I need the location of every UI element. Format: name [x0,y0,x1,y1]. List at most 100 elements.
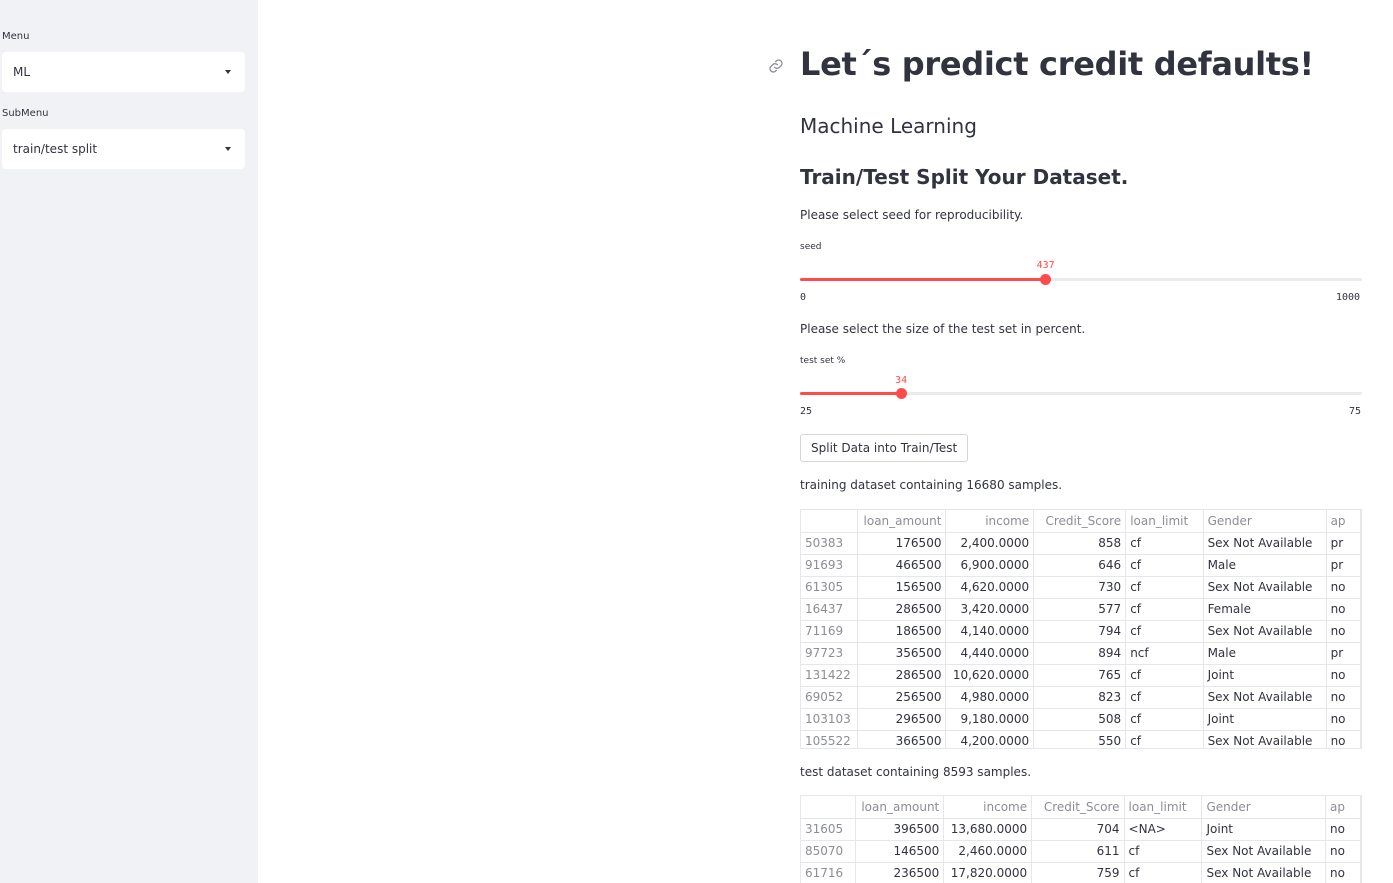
column-header[interactable]: loan_amount [857,510,947,533]
section-title: Train/Test Split Your Dataset. [800,165,1129,189]
table-row[interactable]: 131422 286500 10,620.0000 765 cf Joint no [801,664,1361,687]
table-cell: cf [1125,532,1204,555]
table-cell: cf [1124,840,1203,863]
table-cell: Sex Not Available [1201,862,1327,883]
column-header[interactable]: loan_amount [855,796,945,819]
column-header[interactable]: loan_limit [1125,510,1204,533]
table-cell: 794 [1033,620,1127,643]
test-slider-handle[interactable] [895,388,907,399]
table-row[interactable]: 85070 146500 2,460.0000 611 cf Sex Not Availa… [801,840,1361,863]
table-row[interactable]: 61305 156500 4,620.0000 730 cf Sex Not Availa… [801,576,1361,599]
seed-slider-min: 0 [800,292,807,303]
test-table[interactable]: loan_amount income Credit_Score loan_limit G… [800,795,1362,883]
table-row[interactable]: 61716 236500 17,820.0000 759 cf Sex Not Avail… [801,862,1361,883]
seed-slider[interactable] [800,274,1362,285]
seed-slider-label: seed [800,242,822,252]
table-row[interactable]: 31605 396500 13,680.0000 704 <NA> Joint no [801,818,1361,841]
table-cell: 13,680.0000 [943,818,1033,841]
table-cell: ncf [1125,642,1204,665]
table-cell: 156500 [857,576,947,599]
caret-down-icon [225,147,231,151]
row-index: 69052 [801,686,859,709]
table-cell: pr [1326,642,1361,665]
table-cell: 6,900.0000 [945,554,1035,577]
column-header[interactable]: income [943,796,1033,819]
column-header[interactable]: ap [1326,510,1361,533]
submenu-label: SubMenu [2,108,49,119]
column-header[interactable]: loan_limit [1124,796,1203,819]
split-data-button[interactable]: Split Data into Train/Test [800,434,969,462]
page-title: Let´s predict credit defaults! [800,45,1314,83]
table-cell: 186500 [857,620,947,643]
table-row[interactable]: 103103 296500 9,180.0000 508 cf Joint no [801,708,1361,731]
menu-select-value: ML [13,65,31,79]
table-cell: 4,440.0000 [945,642,1035,665]
column-header[interactable]: income [945,510,1035,533]
column-header[interactable]: Credit_Score [1033,510,1127,533]
table-cell: cf [1124,862,1203,883]
row-index: 131422 [801,664,859,687]
table-cell: no [1326,708,1361,731]
row-index: 31605 [801,818,856,841]
table-cell: 4,140.0000 [945,620,1035,643]
training-summary: training dataset containing 16680 sample… [800,478,1063,492]
training-table[interactable]: loan_amount income Credit_Score loan_limit G… [800,509,1362,749]
table-cell: 3,420.0000 [945,598,1035,621]
table-cell: Sex Not Available [1203,532,1327,555]
table-cell: 366500 [857,730,947,748]
column-header[interactable] [801,796,856,819]
table-cell: 256500 [857,686,947,709]
column-header[interactable]: Gender [1203,510,1327,533]
seed-slider-handle[interactable] [1040,274,1052,285]
table-cell: 550 [1033,730,1127,748]
seed-prompt: Please select seed for reproducibility. [800,208,1024,222]
table-row[interactable]: 91693 466500 6,900.0000 646 cf Male pr [801,554,1361,577]
table-cell: Sex Not Available [1203,576,1327,599]
row-index: 16437 [801,598,859,621]
link-icon[interactable] [768,58,784,74]
table-cell: 2,400.0000 [945,532,1035,555]
table-cell: 296500 [857,708,947,731]
table-row[interactable]: 105522 366500 4,200.0000 550 cf Sex Not Avail… [801,730,1361,748]
table-cell: 823 [1033,686,1127,709]
table-row[interactable]: 69052 256500 4,980.0000 823 cf Sex Not Availa… [801,686,1361,709]
test-slider[interactable] [800,388,1362,399]
table-cell: cf [1125,664,1204,687]
submenu-select-value: train/test split [13,142,98,156]
test-size-prompt: Please select the size of the test set i… [800,322,1086,336]
table-row[interactable]: 16437 286500 3,420.0000 577 cf Female no [801,598,1361,621]
menu-select[interactable]: ML [2,52,245,92]
table-cell: 4,200.0000 [945,730,1035,748]
table-cell: 765 [1033,664,1127,687]
column-header[interactable]: Credit_Score [1031,796,1125,819]
column-header[interactable] [801,510,859,533]
table-row[interactable]: 50383 176500 2,400.0000 858 cf Sex Not Availa… [801,532,1361,555]
test-slider-value: 34 [895,375,908,386]
row-index: 61716 [801,862,856,883]
column-header[interactable]: Gender [1201,796,1327,819]
table-cell: cf [1125,708,1204,731]
table-cell: no [1325,862,1361,883]
row-index: 50383 [801,532,859,555]
sidebar: Menu ML SubMenu train/test split [0,0,258,883]
table-cell: 704 [1031,818,1125,841]
table-row[interactable]: 71169 186500 4,140.0000 794 cf Sex Not Availa… [801,620,1361,643]
submenu-select[interactable]: train/test split [2,129,245,169]
test-summary: test dataset containing 8593 samples. [800,765,1032,779]
table-row[interactable]: 97723 356500 4,440.0000 894 ncf Male pr [801,642,1361,665]
table-cell: cf [1125,730,1204,748]
table-cell: 10,620.0000 [945,664,1035,687]
table-cell: Male [1203,642,1327,665]
row-index: 91693 [801,554,859,577]
column-header[interactable]: ap [1325,796,1361,819]
table-cell: no [1325,840,1361,863]
table-cell: 4,620.0000 [945,576,1035,599]
table-cell: cf [1125,576,1204,599]
table-cell: no [1326,664,1361,687]
page-subtitle: Machine Learning [800,114,977,138]
menu-label: Menu [2,31,30,42]
table-cell: no [1326,730,1361,748]
row-index: 105522 [801,730,859,748]
table-cell: cf [1125,686,1204,709]
table-cell: 611 [1031,840,1125,863]
